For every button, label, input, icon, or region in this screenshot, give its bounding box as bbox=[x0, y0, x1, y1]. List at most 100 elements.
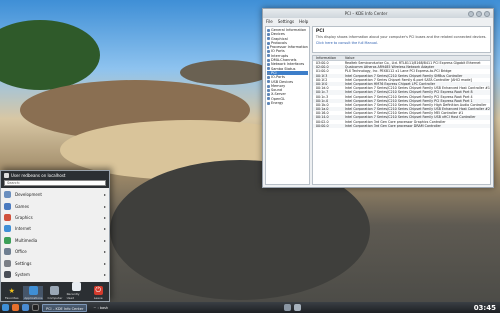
category-label: Office bbox=[15, 249, 27, 255]
kinfocenter-window[interactable]: PCI – KDE Info Center File Settings Help… bbox=[262, 8, 494, 188]
tab-recently-used-label: Recently Used bbox=[66, 292, 80, 300]
tab-applications[interactable]: Applications bbox=[23, 286, 44, 300]
launcher-button-icon[interactable] bbox=[2, 304, 9, 311]
module-icon bbox=[267, 93, 270, 97]
launcher-category-item[interactable]: Graphics ▸ bbox=[1, 212, 109, 223]
launcher-category-item[interactable]: Settings ▸ bbox=[1, 257, 109, 268]
chevron-right-icon: ▸ bbox=[103, 192, 106, 198]
tab-applications-label: Applications bbox=[24, 296, 43, 300]
chevron-right-icon: ▸ bbox=[103, 214, 106, 220]
launcher-category-item[interactable]: Development ▸ bbox=[1, 189, 109, 200]
terminal-icon[interactable] bbox=[32, 304, 39, 311]
wallpaper-foliage bbox=[0, 20, 100, 90]
category-icon bbox=[4, 213, 11, 221]
launcher-search-input[interactable]: Search: bbox=[4, 180, 106, 186]
module-icon bbox=[267, 37, 270, 41]
chevron-right-icon: ▸ bbox=[103, 237, 106, 243]
sidebar-item-label: Energy bbox=[271, 101, 284, 106]
category-icon bbox=[4, 248, 11, 256]
tab-favorites[interactable]: ★ Favorites bbox=[2, 286, 22, 301]
launcher-tabs: ★ Favorites Applications Computer Recent… bbox=[1, 282, 109, 301]
user-line: User redbeans on localhost bbox=[11, 173, 66, 178]
category-icon bbox=[4, 236, 11, 244]
module-icon bbox=[267, 63, 270, 67]
application-launcher-menu[interactable]: User redbeans on localhost Search: Devel… bbox=[0, 170, 110, 302]
column-header-value[interactable]: Value bbox=[345, 56, 490, 60]
launcher-header: User redbeans on localhost Search: bbox=[1, 171, 109, 188]
chevron-right-icon: ▸ bbox=[103, 271, 106, 277]
module-icon bbox=[267, 67, 270, 71]
category-icon bbox=[4, 225, 11, 233]
table-rows: 03:00.0 Realtek Semiconductor Co., Ltd. R… bbox=[312, 61, 490, 128]
launcher-category-item[interactable]: System ▸ bbox=[1, 269, 109, 280]
module-icon bbox=[267, 101, 270, 105]
launcher-category-item[interactable]: Games ▸ bbox=[1, 200, 109, 211]
category-icon bbox=[4, 270, 11, 278]
tab-recently-used[interactable]: Recently Used bbox=[67, 282, 87, 300]
window-title: PCI – KDE Info Center bbox=[344, 11, 388, 16]
taskbar: PCI – KDE Info Center ~ : bash 03:45 bbox=[0, 302, 500, 313]
category-label: Multimedia bbox=[15, 237, 38, 243]
module-icon bbox=[267, 80, 270, 84]
launcher-category-item[interactable]: Office ▸ bbox=[1, 246, 109, 257]
volume-icon[interactable] bbox=[293, 304, 301, 311]
network-icon[interactable] bbox=[283, 304, 291, 311]
power-icon: ⏻ bbox=[93, 286, 103, 295]
sidebar-item[interactable]: Energy bbox=[267, 101, 308, 105]
taskbar-task-terminal[interactable]: ~ : bash bbox=[90, 304, 111, 312]
module-icon bbox=[267, 88, 270, 92]
computer-icon bbox=[50, 286, 60, 295]
launcher-category-item[interactable]: Internet ▸ bbox=[1, 223, 109, 234]
category-icon bbox=[4, 259, 11, 267]
category-label: Games bbox=[15, 203, 29, 209]
cell-address: 00:00.0 bbox=[315, 123, 329, 128]
menu-settings[interactable]: Settings bbox=[278, 19, 294, 24]
category-icon bbox=[4, 202, 11, 210]
category-label: Graphics bbox=[15, 214, 33, 220]
window-titlebar[interactable]: PCI – KDE Info Center bbox=[263, 9, 493, 18]
category-label: Development bbox=[15, 192, 42, 198]
chevron-right-icon: ▸ bbox=[103, 260, 106, 266]
pci-table[interactable]: Information Value 03:00.0 Realtek Semicon… bbox=[311, 55, 491, 185]
minimize-button[interactable] bbox=[468, 10, 474, 17]
taskbar-task-info-center[interactable]: PCI – KDE Info Center bbox=[42, 303, 88, 312]
table-row[interactable]: 00:00.0 Intel Corporation 3rd Gen Core pr… bbox=[312, 123, 490, 128]
window-body: General Information Devices Graphical Proto… bbox=[265, 26, 491, 185]
tab-leave-label: Leave bbox=[93, 296, 103, 300]
category-icon bbox=[4, 191, 11, 199]
menu-help[interactable]: Help bbox=[299, 19, 308, 24]
star-icon: ★ bbox=[8, 286, 15, 295]
clock[interactable]: 03:45 bbox=[474, 304, 498, 312]
chevron-right-icon: ▸ bbox=[103, 226, 106, 232]
close-button[interactable] bbox=[484, 10, 490, 17]
launcher-category-item[interactable]: Multimedia ▸ bbox=[1, 235, 109, 246]
browser-icon[interactable] bbox=[12, 304, 19, 311]
module-icon bbox=[267, 97, 270, 101]
module-icon bbox=[267, 32, 270, 36]
tab-leave[interactable]: ⏻ Leave bbox=[88, 286, 108, 300]
cell-device: Intel Corporation 3rd Gen Core processor… bbox=[344, 123, 441, 128]
column-header-information[interactable]: Information bbox=[313, 56, 345, 60]
wallpaper-island bbox=[180, 60, 270, 85]
launcher-category-list: Development ▸ Games ▸ Graphics ▸ Internet ▸ Mult… bbox=[1, 188, 109, 290]
menu-file[interactable]: File bbox=[266, 19, 273, 24]
module-icon bbox=[267, 50, 270, 54]
module-icon bbox=[267, 71, 270, 75]
chevron-right-icon: ▸ bbox=[103, 203, 106, 209]
applications-icon bbox=[28, 286, 38, 295]
module-description: This display shows information about you… bbox=[315, 35, 487, 39]
module-heading: PCI bbox=[315, 29, 325, 34]
module-icon bbox=[267, 54, 270, 58]
tab-computer[interactable]: Computer bbox=[45, 286, 65, 300]
module-icon bbox=[267, 28, 270, 32]
module-icon bbox=[267, 41, 270, 45]
module-tree[interactable]: General Information Devices Graphical Proto… bbox=[265, 26, 310, 185]
chevron-right-icon: ▸ bbox=[103, 249, 106, 255]
category-label: Internet bbox=[15, 226, 31, 232]
window-menubar: File Settings Help bbox=[263, 18, 493, 25]
content-pane: PCI This display shows information about… bbox=[311, 26, 491, 185]
maximize-button[interactable] bbox=[476, 10, 482, 17]
manual-link[interactable]: Click here to consult the full Manual. bbox=[316, 41, 487, 45]
module-icon bbox=[267, 58, 270, 62]
file-manager-icon[interactable] bbox=[22, 304, 29, 311]
